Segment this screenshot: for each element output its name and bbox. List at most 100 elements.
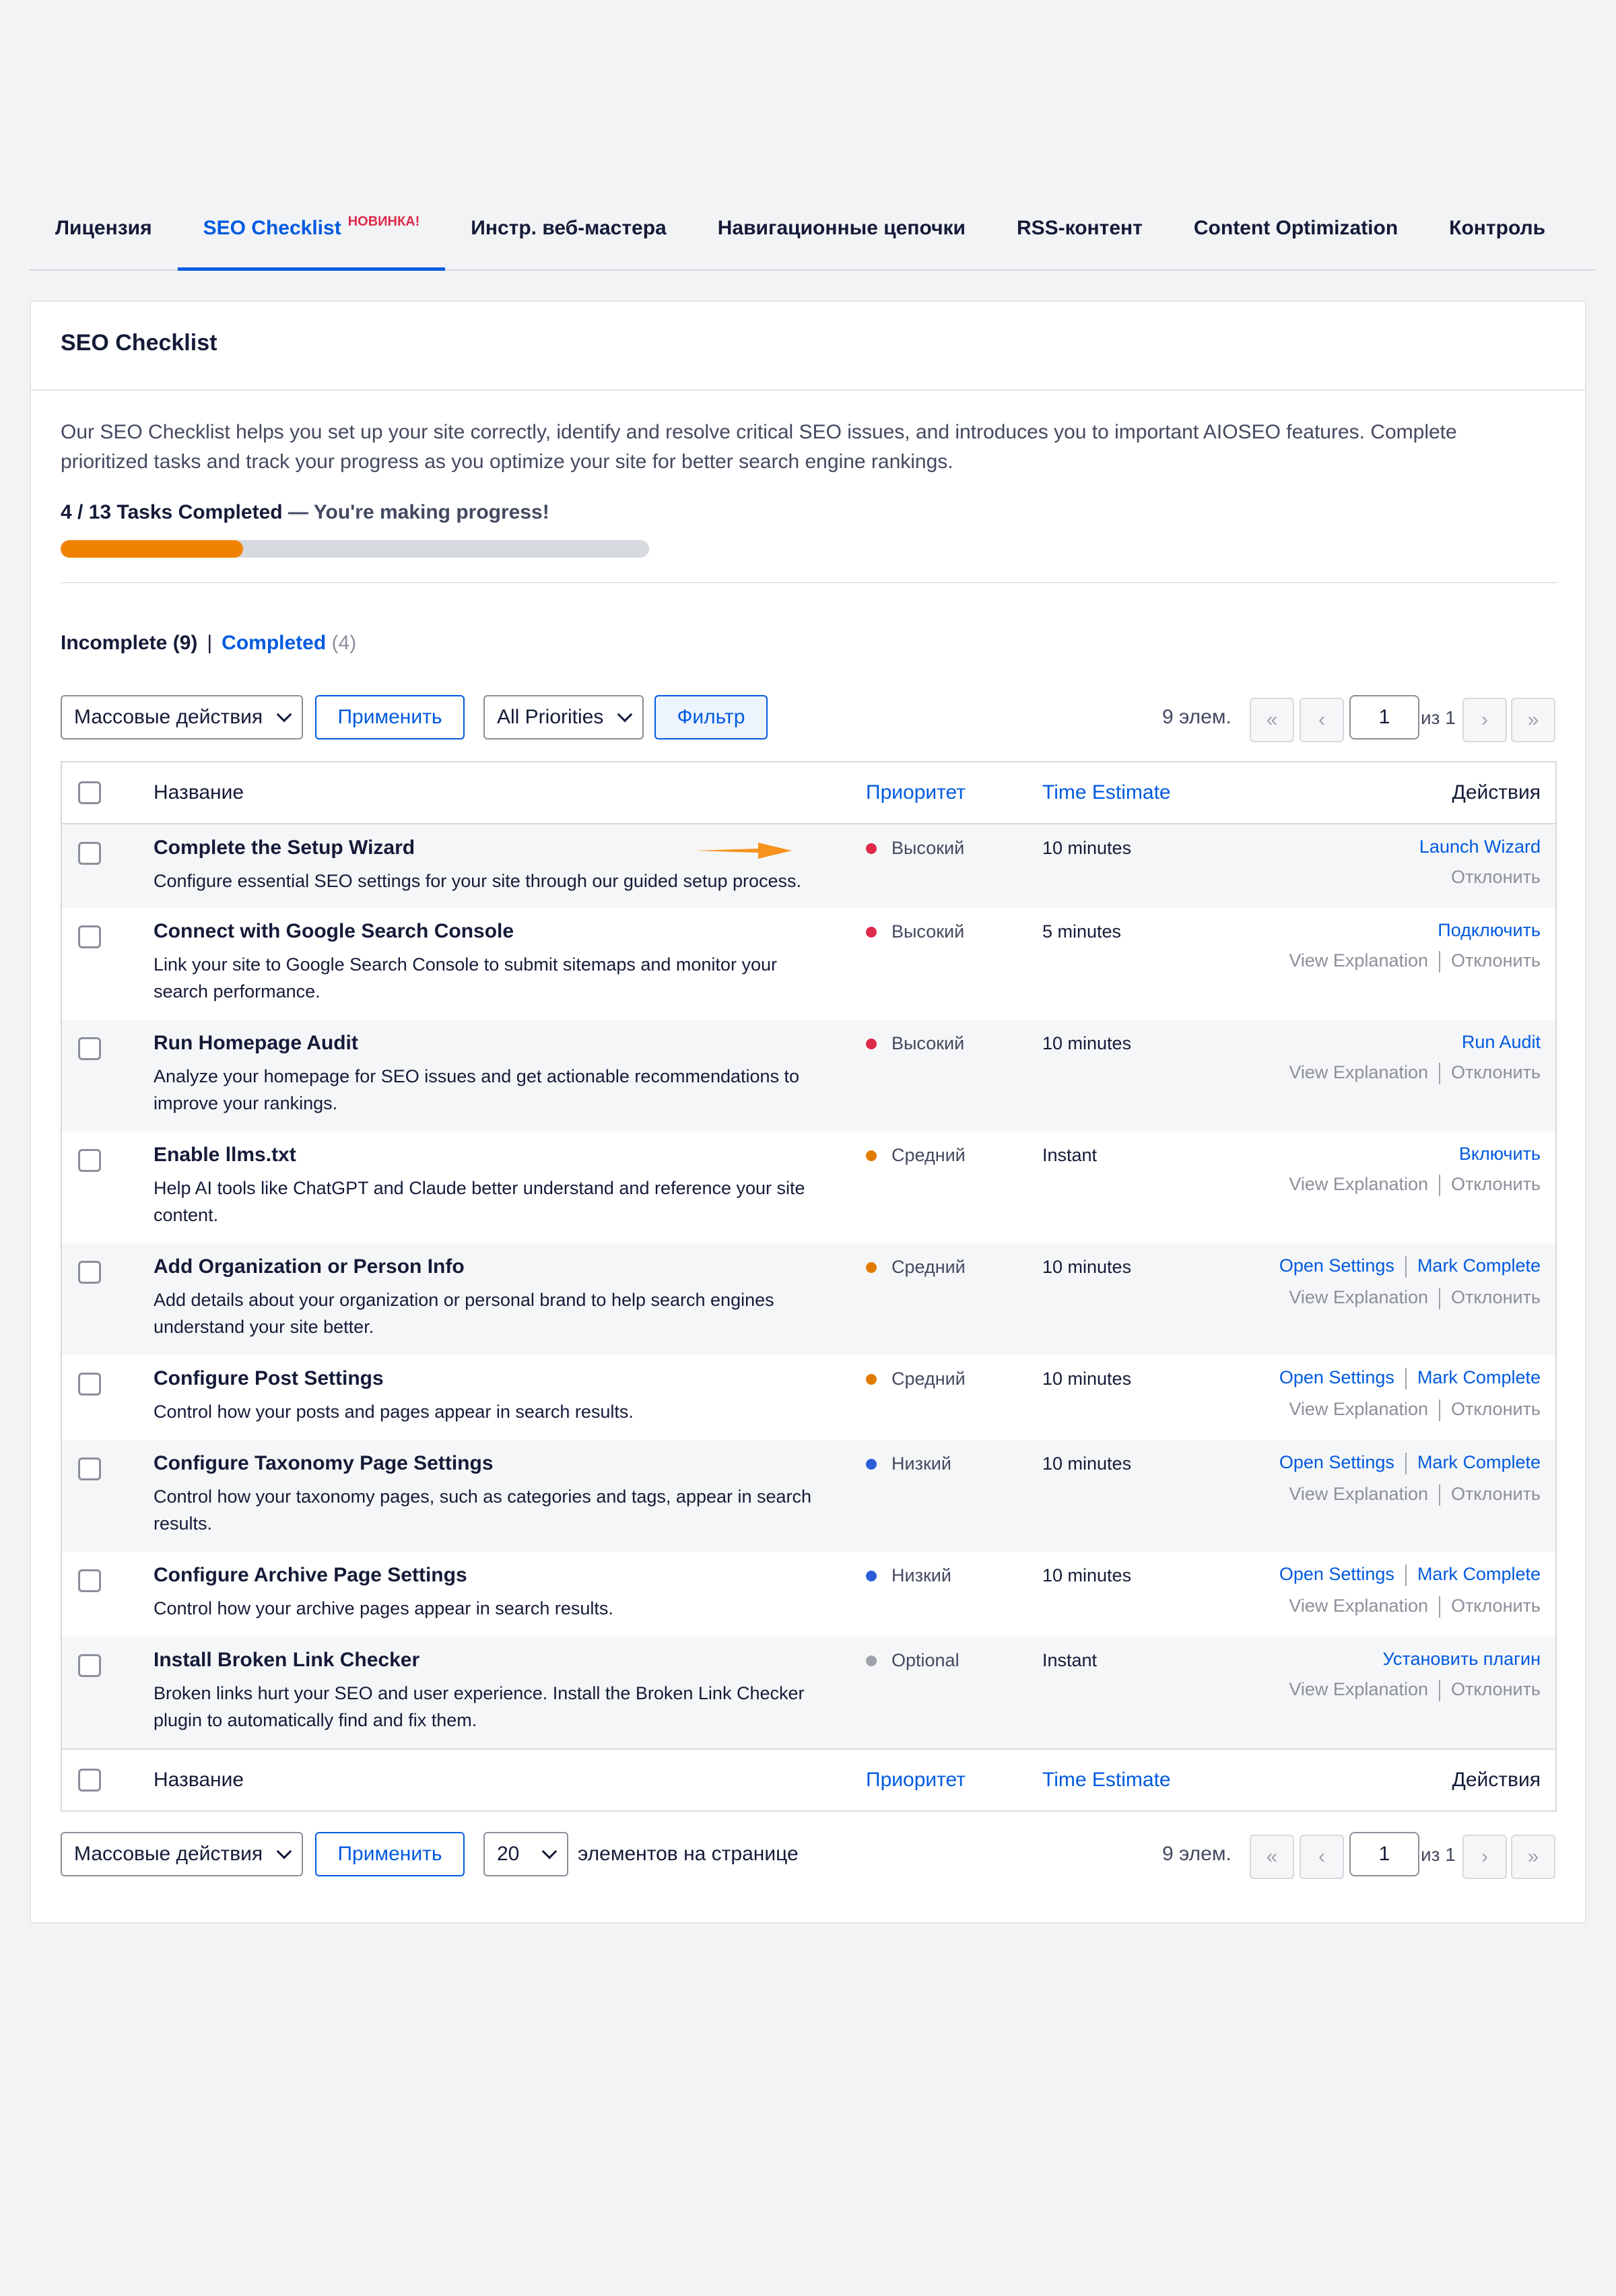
prev-page-button[interactable]: ‹ <box>1300 1835 1344 1879</box>
row-checkbox[interactable] <box>78 1261 101 1284</box>
action-separator <box>1439 1596 1441 1618</box>
column-actions: Действия <box>1452 781 1541 803</box>
row-checkbox[interactable] <box>78 1654 101 1677</box>
row-checkbox[interactable] <box>78 1149 101 1172</box>
dismiss-link[interactable]: Отклонить <box>1451 1399 1541 1419</box>
first-page-button[interactable]: « <box>1250 1835 1294 1879</box>
dismiss-link[interactable]: Отклонить <box>1451 1679 1541 1699</box>
chevron-down-icon <box>617 707 633 723</box>
first-page-button[interactable]: « <box>1250 698 1294 742</box>
last-page-button[interactable]: » <box>1511 1835 1555 1879</box>
last-page-button[interactable]: » <box>1511 698 1555 742</box>
view-explanation-link[interactable]: View Explanation <box>1289 1287 1428 1307</box>
secondary-actions: View Explanation Отклонить <box>1289 950 1541 973</box>
row-checkbox[interactable] <box>78 1457 101 1480</box>
tab-5[interactable]: Content Optimization <box>1168 202 1423 269</box>
column-time-estimate[interactable]: Time Estimate <box>1042 1769 1171 1792</box>
row-checkbox[interactable] <box>78 1569 101 1592</box>
dismiss-link[interactable]: Отклонить <box>1451 1596 1541 1616</box>
task-title: Run Homepage Audit <box>154 1032 358 1054</box>
view-explanation-link[interactable]: View Explanation <box>1289 1399 1428 1419</box>
action-link[interactable]: Mark Complete <box>1417 1564 1541 1584</box>
column-priority[interactable]: Приоритет <box>866 1769 966 1792</box>
column-priority[interactable]: Приоритет <box>866 781 966 804</box>
action-link[interactable]: Run Audit <box>1462 1032 1541 1052</box>
column-time-estimate[interactable]: Time Estimate <box>1042 781 1171 804</box>
action-link[interactable]: Open Settings <box>1279 1564 1394 1584</box>
secondary-actions: View Explanation Отклонить <box>1279 1484 1541 1506</box>
dismiss-link[interactable]: Отклонить <box>1451 867 1541 887</box>
column-name: Название <box>154 781 244 803</box>
view-explanation-link[interactable]: View Explanation <box>1289 1484 1428 1504</box>
action-separator <box>1439 1174 1441 1196</box>
priority-select[interactable]: All Priorities <box>483 695 644 740</box>
bulk-actions-select[interactable]: Массовые действия <box>61 695 303 740</box>
view-explanation-link[interactable]: View Explanation <box>1289 1596 1428 1616</box>
row-checkbox[interactable] <box>78 842 101 865</box>
action-link[interactable]: Mark Complete <box>1417 1367 1541 1387</box>
divider <box>61 582 1557 583</box>
tab-label: RSS-контент <box>1016 217 1143 239</box>
secondary-actions: View Explanation Отклонить <box>1279 1399 1541 1421</box>
action-link[interactable]: Mark Complete <box>1417 1452 1541 1472</box>
row-checkbox[interactable] <box>78 1373 101 1396</box>
primary-actions: Run Audit <box>1289 1032 1541 1053</box>
view-explanation-link[interactable]: View Explanation <box>1289 1679 1428 1699</box>
next-page-button[interactable]: › <box>1462 1835 1507 1879</box>
tab-0[interactable]: Лицензия <box>30 202 178 269</box>
row-actions: Open Settings Mark Complete View Explanati… <box>1279 1367 1541 1421</box>
tab-3[interactable]: Навигационные цепочки <box>692 202 991 269</box>
filter-button[interactable]: Фильтр <box>654 695 768 740</box>
dismiss-link[interactable]: Отклонить <box>1451 1484 1541 1504</box>
action-link[interactable]: Включить <box>1459 1144 1541 1164</box>
tab-6[interactable]: Контроль <box>1423 202 1571 269</box>
action-link[interactable]: Open Settings <box>1279 1255 1394 1276</box>
prev-page-button[interactable]: ‹ <box>1300 698 1344 742</box>
apply-button-bottom[interactable]: Применить <box>315 1832 465 1876</box>
page-input[interactable]: 1 <box>1349 695 1419 740</box>
row-checkbox[interactable] <box>78 1037 101 1060</box>
primary-actions: Включить <box>1289 1144 1541 1165</box>
select-all-checkbox[interactable] <box>78 781 101 804</box>
tab-4[interactable]: RSS-контент <box>991 202 1168 269</box>
apply-button[interactable]: Применить <box>315 695 465 740</box>
view-explanation-link[interactable]: View Explanation <box>1289 950 1428 971</box>
priority-dot-icon <box>866 1038 877 1049</box>
dismiss-link[interactable]: Отклонить <box>1451 950 1541 971</box>
view-explanation-link[interactable]: View Explanation <box>1289 1174 1428 1194</box>
dismiss-link[interactable]: Отклонить <box>1451 1062 1541 1082</box>
view-explanation-link[interactable]: View Explanation <box>1289 1062 1428 1082</box>
priority-label: Низкий <box>891 1453 951 1474</box>
action-separator <box>1439 1287 1441 1309</box>
page-total: из 1 <box>1421 1844 1456 1865</box>
dismiss-link[interactable]: Отклонить <box>1451 1287 1541 1307</box>
action-separator <box>1405 1367 1407 1389</box>
filter-incomplete[interactable]: Incomplete (9) <box>61 632 197 654</box>
action-link[interactable]: Подключить <box>1438 920 1541 940</box>
task-description: Control how your posts and pages appear … <box>154 1402 634 1422</box>
action-link[interactable]: Установить плагин <box>1383 1649 1541 1669</box>
tab-2[interactable]: Инстр. веб-мастера <box>445 202 692 269</box>
dismiss-link[interactable]: Отклонить <box>1451 1174 1541 1194</box>
page-input[interactable]: 1 <box>1349 1832 1419 1876</box>
time-estimate: 10 minutes <box>1042 1369 1132 1389</box>
task-title: Connect with Google Search Console <box>154 920 514 942</box>
tab-1[interactable]: SEO Checklist НОВИНКА! <box>177 202 446 271</box>
status-filters: Incomplete (9) | Completed (4) <box>61 632 356 655</box>
priority-label: Низкий <box>891 1565 951 1585</box>
filter-completed[interactable]: Completed <box>222 632 326 654</box>
per-page-select[interactable]: 20 <box>483 1832 568 1876</box>
items-count: 9 элем. <box>1162 706 1232 728</box>
row-checkbox[interactable] <box>78 925 101 948</box>
bulk-actions-select-bottom[interactable]: Массовые действия <box>61 1832 303 1876</box>
priority-label: Средний <box>891 1369 966 1389</box>
primary-actions: Open Settings Mark Complete <box>1279 1255 1541 1278</box>
filter-completed-count: (4) <box>331 632 357 654</box>
action-link[interactable]: Open Settings <box>1279 1452 1394 1472</box>
action-link[interactable]: Launch Wizard <box>1419 837 1541 857</box>
select-all-checkbox[interactable] <box>78 1769 101 1792</box>
action-link[interactable]: Mark Complete <box>1417 1255 1541 1276</box>
next-page-button[interactable]: › <box>1462 698 1507 742</box>
action-link[interactable]: Open Settings <box>1279 1367 1394 1387</box>
card-title: SEO Checklist <box>31 302 1585 391</box>
